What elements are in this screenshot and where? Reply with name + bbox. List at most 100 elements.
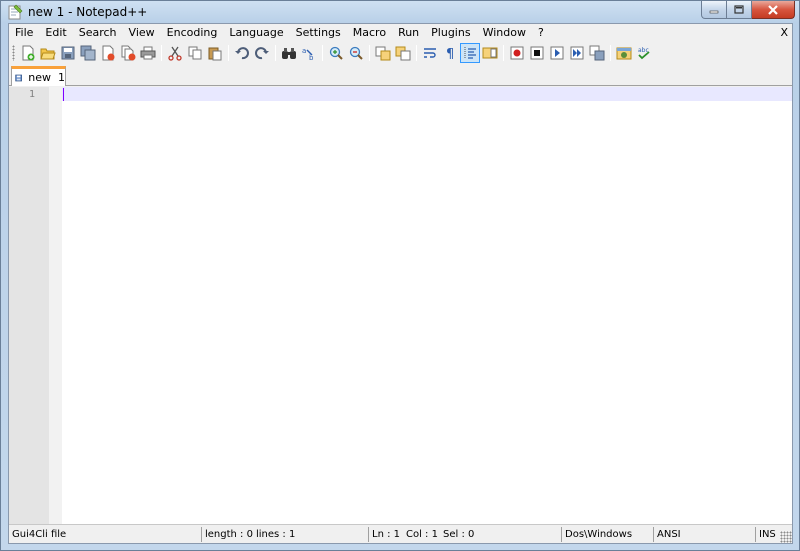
sync-horizontal-button[interactable] [393, 43, 413, 63]
scissors-icon [168, 46, 182, 61]
caption-buttons [701, 1, 795, 19]
maximize-button[interactable] [727, 1, 752, 19]
close-all-button[interactable] [118, 43, 138, 63]
text-caret [63, 88, 64, 101]
notepadpp-icon [8, 4, 23, 20]
save-all-button[interactable] [78, 43, 98, 63]
fold-margin[interactable] [49, 87, 62, 524]
client-area: File Edit Search View Encoding Language … [8, 23, 793, 544]
menu-run[interactable]: Run [392, 24, 425, 42]
toolbar-separator [503, 45, 504, 61]
status-bar: Gui4Cli file length : 0 lines : 1 Ln : 1… [9, 524, 792, 543]
record-macro-button[interactable] [507, 43, 527, 63]
menu-bar: File Edit Search View Encoding Language … [9, 24, 792, 42]
line-number: 1 [28, 89, 35, 100]
save-all-icon [80, 45, 96, 61]
app-window: new 1 - Notepad++ File Edit Search View … [0, 0, 800, 551]
menu-window[interactable]: Window [477, 24, 532, 42]
minimize-icon [709, 10, 719, 13]
menu-settings[interactable]: Settings [290, 24, 347, 42]
binoculars-icon [282, 48, 296, 59]
zoom-out-button[interactable] [346, 43, 366, 63]
document-tab-bar: new 1 [9, 64, 792, 86]
menu-encoding[interactable]: Encoding [161, 24, 224, 42]
replace-button[interactable]: ab [299, 43, 319, 63]
open-file-button[interactable] [38, 43, 58, 63]
zoom-in-button[interactable] [326, 43, 346, 63]
sync-horizontal-icon [395, 46, 411, 61]
status-length: length : 0 [201, 527, 253, 542]
menu-edit[interactable]: Edit [39, 24, 72, 42]
run-macro-multiple-button[interactable] [567, 43, 587, 63]
status-lines: lines : 1 [256, 529, 296, 540]
menu-file[interactable]: File [9, 24, 39, 42]
toolbar: ab ¶ abc [9, 42, 792, 64]
zoom-out-icon [349, 46, 363, 60]
close-file-icon [102, 45, 115, 61]
undo-button[interactable] [232, 43, 252, 63]
save-macro-button[interactable] [587, 43, 607, 63]
menu-language[interactable]: Language [223, 24, 289, 42]
menu-plugins[interactable]: Plugins [425, 24, 476, 42]
cut-button[interactable] [165, 43, 185, 63]
title-bar[interactable]: new 1 - Notepad++ [1, 1, 799, 23]
window-title: new 1 - Notepad++ [28, 5, 148, 19]
close-all-icon [121, 45, 136, 61]
toolbar-separator [275, 45, 276, 61]
save-button[interactable] [58, 43, 78, 63]
browser-icon [616, 47, 632, 60]
toolbar-separator [416, 45, 417, 61]
record-icon [510, 46, 524, 60]
launch-browser-button[interactable] [614, 43, 634, 63]
toolbar-grip[interactable] [12, 45, 15, 61]
new-file-icon [22, 45, 35, 61]
redo-button[interactable] [252, 43, 272, 63]
toolbar-separator [161, 45, 162, 61]
resize-grip[interactable] [780, 531, 792, 543]
close-file-button[interactable] [98, 43, 118, 63]
printer-icon [140, 46, 156, 60]
pilcrow-icon: ¶ [446, 47, 454, 61]
menu-help[interactable]: ? [532, 24, 550, 42]
saved-file-icon [15, 74, 22, 81]
close-icon [768, 4, 778, 15]
status-sel: Sel : 0 [443, 529, 475, 540]
zoom-in-icon [329, 46, 343, 60]
paste-button[interactable] [205, 43, 225, 63]
indent-guide-button[interactable] [460, 43, 480, 63]
menu-macro[interactable]: Macro [347, 24, 392, 42]
menu-view[interactable]: View [123, 24, 161, 42]
close-document-button[interactable]: X [780, 24, 788, 42]
tab-new-1[interactable]: new 1 [11, 66, 66, 86]
spell-check-button[interactable]: abc [634, 43, 654, 63]
indent-guide-icon [464, 47, 476, 59]
toolbar-separator [322, 45, 323, 61]
status-eol: Dos\Windows [561, 527, 632, 542]
doc-map-button[interactable] [480, 43, 500, 63]
undo-icon [235, 47, 249, 60]
word-wrap-button[interactable] [420, 43, 440, 63]
close-window-button[interactable] [752, 1, 795, 19]
paste-icon [208, 47, 222, 61]
play-macro-button[interactable] [547, 43, 567, 63]
line-number-margin[interactable]: 1 [9, 87, 49, 524]
status-insert-mode: INS [755, 527, 776, 542]
new-file-button[interactable] [18, 43, 38, 63]
copy-button[interactable] [185, 43, 205, 63]
status-ln: Ln : 1 [368, 527, 400, 542]
toolbar-separator [228, 45, 229, 61]
toolbar-separator [610, 45, 611, 61]
sync-vertical-button[interactable] [373, 43, 393, 63]
stop-record-button[interactable] [527, 43, 547, 63]
svg-text:¶: ¶ [446, 47, 454, 61]
svg-text:a: a [302, 47, 306, 55]
spell-check-icon: abc [638, 47, 650, 60]
show-all-chars-button[interactable]: ¶ [440, 43, 460, 63]
find-button[interactable] [279, 43, 299, 63]
maximize-icon [734, 5, 744, 14]
editor-area[interactable]: 1 [9, 87, 792, 524]
minimize-button[interactable] [701, 1, 727, 19]
stop-icon [530, 46, 544, 60]
menu-search[interactable]: Search [73, 24, 123, 42]
print-button[interactable] [138, 43, 158, 63]
